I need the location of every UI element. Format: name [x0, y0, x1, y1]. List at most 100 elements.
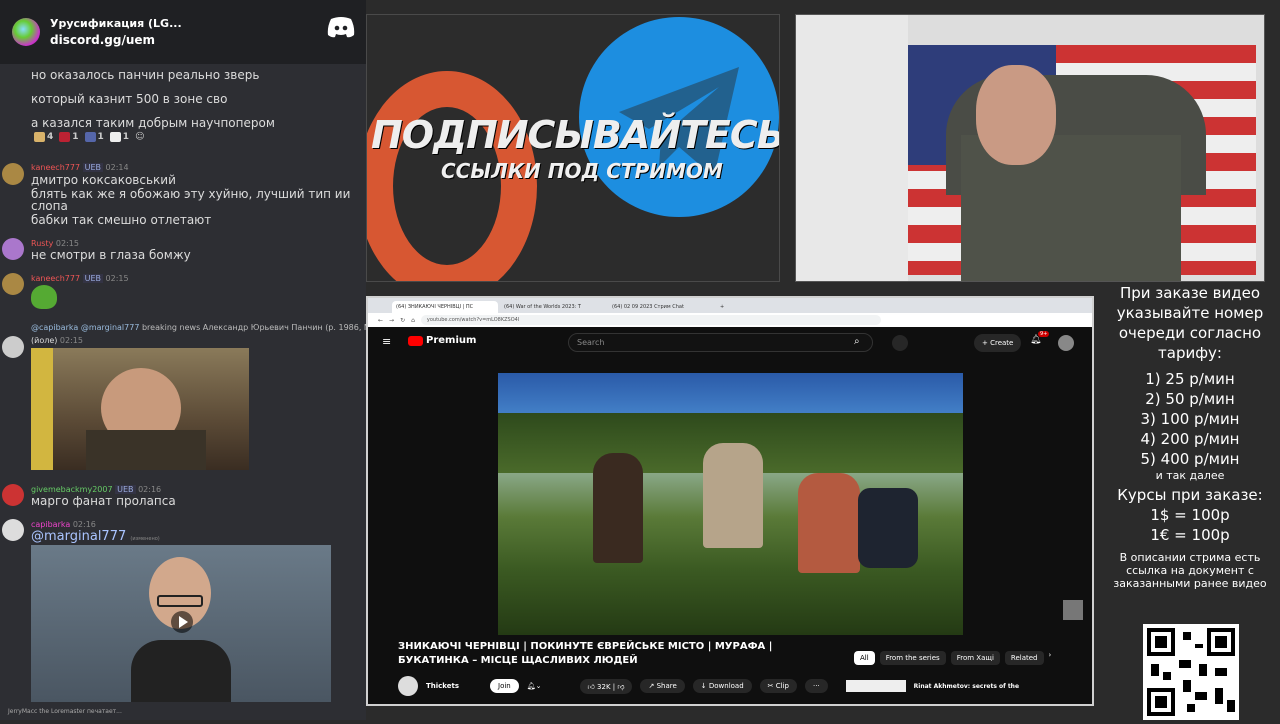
- add-reaction-icon[interactable]: ☺: [135, 132, 144, 142]
- discord-chat-panel: Урусификация (LG... discord.gg/uem но ок…: [0, 0, 366, 720]
- username[interactable]: Rusty: [31, 239, 53, 248]
- share-button[interactable]: ↗ Share: [640, 679, 685, 693]
- channel-avatar[interactable]: [398, 676, 418, 696]
- avatar[interactable]: [2, 163, 24, 185]
- reaction[interactable]: 1: [59, 132, 79, 142]
- chat-message: марго фанат пролапса: [31, 494, 176, 508]
- username[interactable]: (йоле): [31, 336, 57, 345]
- reload-icon[interactable]: ↻: [400, 317, 405, 324]
- tariff: 3) 100 р/мин: [1140, 410, 1240, 428]
- server-link[interactable]: discord.gg/uem: [50, 32, 182, 49]
- mention[interactable]: @marginal777: [31, 529, 126, 544]
- description-note: В описании стрима есть ссылка на докумен…: [1113, 551, 1267, 590]
- tariff: 4) 200 р/мин: [1140, 430, 1240, 448]
- person: [593, 453, 643, 563]
- chip-from-channel[interactable]: From Хащі: [950, 651, 1000, 665]
- username[interactable]: capibarka: [31, 520, 70, 529]
- avatar[interactable]: [2, 519, 24, 541]
- reply-preview: breaking news: [141, 323, 201, 332]
- timestamp: 02:15: [59, 336, 83, 345]
- subline: ССЫЛКИ ПОД СТРИМОМ: [441, 159, 723, 183]
- backpack: [858, 488, 918, 568]
- avatar[interactable]: [2, 238, 24, 260]
- discord-header: Урусификация (LG... discord.gg/uem: [0, 0, 366, 64]
- and-more: и так далее: [1155, 469, 1225, 482]
- chat-video-embed[interactable]: [31, 545, 331, 702]
- server-name: Урусификация (LG...: [50, 17, 182, 30]
- reactions-row: 4 1 1 1 ☺: [34, 132, 144, 142]
- chat-message: бабки так смешно отлетают: [31, 213, 212, 227]
- more-icon[interactable]: ···: [804, 679, 828, 693]
- webcam-feed: [795, 14, 1265, 282]
- username[interactable]: kaneech777: [31, 274, 80, 283]
- related-filter-chips: All From the series From Хащі Related ›: [854, 651, 1051, 665]
- channel-name[interactable]: Thickets: [426, 682, 482, 690]
- tab-strip: (64) ЗНИКАЮЧІ ЧЕРНІВЦІ | ПС (64) War of …: [368, 298, 1092, 313]
- chat-message: слопа: [31, 199, 68, 213]
- clip-button[interactable]: ✂ Clip: [759, 679, 797, 693]
- chat-message: блять как же я обожаю эту хуйню, лучший …: [31, 187, 351, 201]
- person: [703, 443, 763, 548]
- person: [798, 473, 860, 573]
- search-icon[interactable]: ⌕: [854, 336, 860, 347]
- browser-tab[interactable]: (64) ЗНИКАЮЧІ ЧЕРНІВЦІ | ПС: [392, 301, 498, 313]
- order-intro: При заказе видео указывайте номер очеред…: [1116, 284, 1264, 362]
- url-field[interactable]: youtube.com/watch?v=mLO8KZSO4I: [420, 315, 881, 325]
- download-button[interactable]: ↓ Download: [692, 679, 752, 693]
- play-icon[interactable]: [171, 611, 193, 633]
- rates-title: Курсы при заказе:: [1117, 486, 1263, 504]
- back-icon[interactable]: ←: [378, 317, 383, 324]
- timestamp: 02:15: [105, 274, 129, 283]
- microphone-icon[interactable]: [892, 335, 908, 351]
- order-info-panel: При заказе видео указывайте номер очеред…: [1100, 283, 1280, 590]
- create-button[interactable]: + Create: [974, 334, 1022, 352]
- chat-message: но оказалось панчин реально зверь: [31, 68, 260, 82]
- browser-tab[interactable]: (64) War of the Worlds 2023: T: [500, 301, 606, 313]
- chip-from-series[interactable]: From the series: [879, 651, 946, 665]
- avatar[interactable]: [2, 336, 24, 358]
- chat-message: а казался таким добрым научпопером: [31, 116, 275, 130]
- join-button[interactable]: Join: [490, 679, 519, 693]
- like-button[interactable]: 👍︎ 32K | 👎︎: [579, 678, 633, 694]
- menu-icon[interactable]: ≡: [382, 335, 391, 348]
- channel-watermark-icon: [1063, 600, 1083, 620]
- related-title[interactable]: Rinat Akhmetov: secrets of the: [914, 683, 1019, 690]
- chat-image[interactable]: [31, 348, 249, 470]
- headline: ПОДПИСЫВАЙТЕСЬ: [371, 113, 780, 157]
- timestamp: 02:15: [55, 239, 79, 248]
- browser-tab[interactable]: (64) 02 09 2023 Стрим Chat: [608, 301, 714, 313]
- youtube-logo[interactable]: Premium: [408, 335, 476, 346]
- reply-author[interactable]: @capibarka: [31, 323, 78, 332]
- chat-message: дмитро коксаковський: [31, 173, 176, 187]
- username[interactable]: givemebackmy2007: [31, 485, 113, 494]
- reaction[interactable]: 1: [84, 132, 104, 142]
- forward-icon[interactable]: →: [389, 317, 394, 324]
- reply-preview: Александр Юрьевич Панчин (р. 1986, Москв…: [202, 323, 366, 332]
- account-avatar[interactable]: [1058, 335, 1074, 351]
- search-input[interactable]: Search: [568, 333, 873, 352]
- address-bar-row: ← → ↻ ⌂ youtube.com/watch?v=mLO8KZSO4I: [368, 313, 1092, 327]
- chip-related[interactable]: Related: [1004, 651, 1044, 665]
- video-player[interactable]: [498, 373, 963, 635]
- reaction[interactable]: 1: [109, 132, 129, 142]
- role-badge: UEB: [82, 163, 103, 172]
- pepe-emoji: [31, 285, 57, 309]
- role-badge: UEB: [115, 485, 136, 494]
- rate: 1$ = 100р: [1150, 506, 1230, 524]
- chevron-right-icon[interactable]: ›: [1049, 651, 1052, 665]
- new-tab-icon[interactable]: +: [716, 301, 728, 313]
- related-thumbnail[interactable]: [845, 680, 906, 692]
- tariff: 2) 50 р/мин: [1145, 390, 1235, 408]
- avatar[interactable]: [2, 484, 24, 506]
- home-icon[interactable]: ⌂: [411, 317, 415, 324]
- server-icon: [12, 18, 40, 46]
- role-badge: UEB: [82, 274, 103, 283]
- reaction[interactable]: 4: [34, 132, 53, 142]
- username[interactable]: kaneech777: [31, 163, 80, 172]
- edited-label: (изменено): [130, 536, 160, 542]
- avatar[interactable]: [2, 273, 24, 295]
- bell-icon[interactable]: 🔔︎⌄: [527, 682, 542, 690]
- reply-mention[interactable]: @marginal777: [81, 323, 140, 332]
- timestamp: 02:14: [105, 163, 129, 172]
- chip-all[interactable]: All: [854, 651, 875, 665]
